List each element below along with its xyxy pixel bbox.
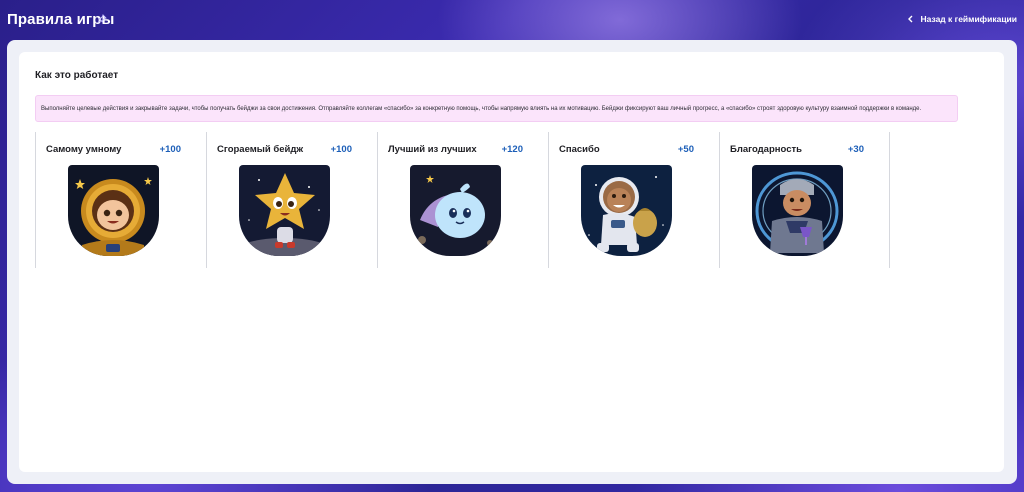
badge-image-astronaut-with-bag <box>581 165 672 256</box>
badge-name: Спасибо <box>559 144 600 155</box>
badge-card[interactable]: Самому умному +100 <box>35 132 206 268</box>
badge-card[interactable]: Спасибо +50 <box>548 132 719 268</box>
chevron-left-icon <box>908 15 913 23</box>
back-link-label: Назад к геймификации <box>920 14 1017 24</box>
badge-image-astronaut-girl <box>68 165 159 256</box>
badge-card[interactable]: Благодарность +30 <box>719 132 890 268</box>
info-banner: Выполняйте целевые действия и закрывайте… <box>35 95 958 122</box>
badge-points: +30 <box>847 144 864 155</box>
badge-card[interactable]: Сгораемый бейдж +100 <box>206 132 377 268</box>
badge-points: +100 <box>159 144 181 155</box>
badge-image-knight-with-goblet <box>752 165 843 256</box>
badge-points: +100 <box>330 144 352 155</box>
badge-name: Сгораемый бейдж <box>217 144 304 155</box>
pin-icon[interactable] <box>97 14 107 24</box>
back-to-gamification-link[interactable]: Назад к геймификации <box>907 14 1017 24</box>
badge-name: Благодарность <box>730 144 802 155</box>
badge-card[interactable]: Лучший из лучших +120 <box>377 132 548 268</box>
top-bar: Правила игры Назад к геймификации <box>0 0 1024 40</box>
badge-name: Лучший из лучших <box>388 144 477 155</box>
badge-image-blue-comet <box>410 165 501 256</box>
badge-name: Самому умному <box>46 144 122 155</box>
badge-points: +50 <box>677 144 694 155</box>
section-title: Как это работает <box>35 70 119 81</box>
badge-image-star-character <box>239 165 330 256</box>
badge-points: +120 <box>501 144 523 155</box>
